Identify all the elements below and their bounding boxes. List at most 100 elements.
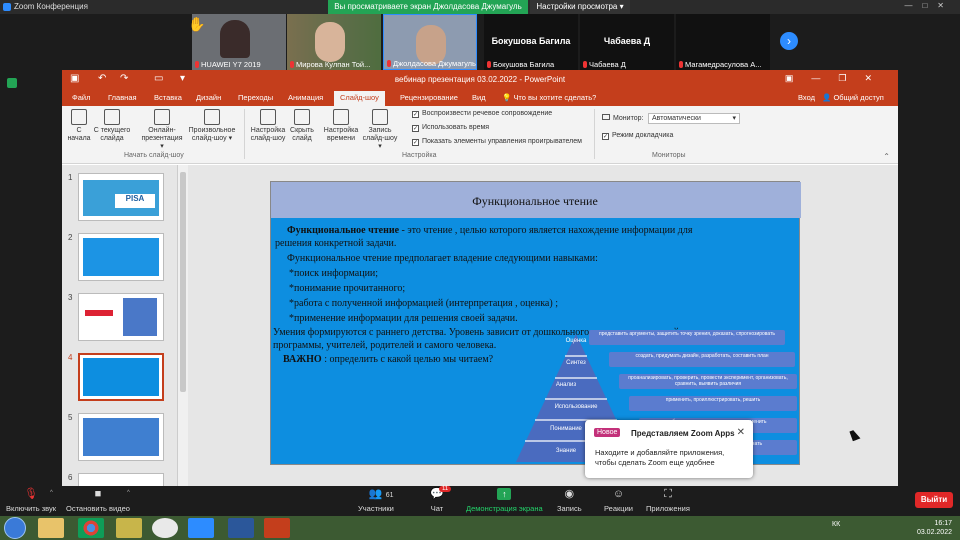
presenter-view-checkbox[interactable]: ✓ Режим докладчика <box>602 132 673 140</box>
smiley-icon: ☺ <box>612 488 625 500</box>
stop-video-button[interactable]: ■ Остановить видео <box>66 488 130 513</box>
audio-options-caret-icon[interactable]: ^ <box>50 490 53 496</box>
record-icon <box>372 109 388 125</box>
participants-button[interactable]: 👥 61 Участники <box>358 488 394 513</box>
slide-title: Функциональное чтение <box>472 194 598 208</box>
file-explorer-icon[interactable] <box>38 518 64 538</box>
participant-tile[interactable]: HUAWEI Y7 2019 <box>192 14 286 70</box>
mic-off-icon <box>487 61 491 68</box>
pyramid-label: применить, проиллюстрировать, решить <box>629 396 797 411</box>
rehearse-icon <box>333 109 349 125</box>
slide-canvas: Функциональное чтение Функциональное чте… <box>188 165 898 486</box>
slide-thumb-4-selected[interactable] <box>78 353 164 401</box>
tab-design[interactable]: Дизайн <box>196 93 221 102</box>
slide-thumb-6[interactable] <box>78 473 164 486</box>
taskbar-app-icon[interactable] <box>152 518 178 538</box>
powerpoint-app-icon[interactable] <box>264 518 290 538</box>
tab-animation[interactable]: Анимация <box>288 93 323 102</box>
popup-title: Представляем Zoom Apps <box>631 429 735 438</box>
custom-show-icon <box>204 109 220 125</box>
word-app-icon[interactable] <box>228 518 254 538</box>
taskbar-app-icon[interactable] <box>116 518 142 538</box>
ppt-titlebar: ▣ ↶ ↷ ▭ ▾ вебинар презентация 03.02.2022… <box>62 70 898 90</box>
participants-icon: 👥 61 <box>368 488 394 500</box>
pyramid-level: Анализ <box>555 382 577 388</box>
slide-thumbnails-pane: 1 PISA 2 3 4 5 6 <box>62 165 178 486</box>
tab-view[interactable]: Вид <box>472 93 486 102</box>
view-settings-button[interactable]: Настройки просмотра ▾ <box>530 0 630 14</box>
slide-text-line: *поиск информации; <box>289 268 379 279</box>
slide-text-line: программы, учителей, родителей и самого … <box>273 340 497 351</box>
security-shield-icon[interactable] <box>7 78 17 88</box>
record-button[interactable]: ◉ Запись <box>557 488 582 513</box>
next-page-arrow-icon[interactable]: › <box>780 32 798 50</box>
tab-slideshow[interactable]: Слайд-шоу <box>334 91 385 106</box>
mic-off-icon <box>679 61 683 68</box>
slide-text-line: Функциональное чтение предполагает владе… <box>287 253 598 264</box>
from-start-button[interactable]: С начала <box>66 109 92 143</box>
thumb-number: 1 <box>68 173 73 182</box>
windows-start-icon[interactable] <box>4 517 26 539</box>
video-camera-icon: ■ <box>94 488 102 500</box>
zoom-apps-popup: Новое Представляем Zoom Apps ✕ Находите … <box>585 420 753 478</box>
ribbon-tabs: Файл Главная Вставка Дизайн Переходы Ани… <box>62 90 898 106</box>
share-button[interactable]: 👤 Общий доступ <box>822 93 884 102</box>
tab-file[interactable]: Файл <box>72 93 90 102</box>
input-language-indicator[interactable]: КК <box>832 521 840 528</box>
thumb-number: 3 <box>68 293 73 302</box>
slide-thumb-5[interactable] <box>78 413 164 461</box>
slide-thumb-3[interactable] <box>78 293 164 341</box>
system-clock[interactable]: 16:17 03.02.2022 <box>917 519 952 537</box>
leave-meeting-button[interactable]: Выйти <box>915 492 953 508</box>
thumbnails-scrollbar-thumb[interactable] <box>180 172 186 392</box>
rehearse-timings-button[interactable]: Настройка времени <box>320 109 362 143</box>
sign-in-link[interactable]: Вход <box>798 93 815 102</box>
slide-text-line: ВАЖНО : определить с какой целью мы чита… <box>283 354 494 365</box>
share-screen-button[interactable]: ↑ Демонстрация экрана <box>466 488 543 513</box>
tab-transitions[interactable]: Переходы <box>238 93 273 102</box>
tab-insert[interactable]: Вставка <box>154 93 182 102</box>
participant-tile-active-speaker[interactable]: Джолдасова Джумагуль <box>383 14 477 70</box>
zoom-window-controls[interactable]: —□✕ <box>904 1 954 10</box>
collapse-ribbon-icon[interactable]: ⌃ <box>883 152 890 161</box>
group-setup-label: Настройка <box>402 152 437 159</box>
tab-home[interactable]: Главная <box>108 93 137 102</box>
apps-button[interactable]: ⛶ Приложения <box>646 488 690 513</box>
pyramid-level: Использование <box>554 404 598 410</box>
online-presentation-button[interactable]: Онлайн-презентация ▾ <box>140 109 184 151</box>
reactions-button[interactable]: ☺ Реакции <box>604 488 633 513</box>
custom-slideshow-button[interactable]: Произвольное слайд-шоу ▾ <box>186 109 238 143</box>
close-icon[interactable]: ✕ <box>737 427 745 438</box>
show-controls-checkbox[interactable]: ✓ Показать элементы управления проигрыват… <box>412 138 582 146</box>
participant-tile[interactable]: Бокушова Багила Бокушова Багила <box>484 14 578 70</box>
participant-tile[interactable]: Чабаева Д Чабаева Д <box>580 14 674 70</box>
from-current-button[interactable]: С текущего слайда <box>92 109 132 143</box>
tell-me-search[interactable]: 💡 Что вы хотите сделать? <box>502 93 596 102</box>
group-start-label: Начать слайд-шоу <box>124 152 184 159</box>
chat-unread-badge: 11 <box>439 486 452 492</box>
tab-review[interactable]: Рецензирование <box>400 93 458 102</box>
chrome-icon[interactable] <box>78 518 104 538</box>
record-slideshow-button[interactable]: Запись слайд-шоу ▾ <box>360 109 400 151</box>
zoom-app-icon[interactable] <box>188 518 214 538</box>
video-options-caret-icon[interactable]: ^ <box>127 490 130 496</box>
unmute-button[interactable]: 🎙 Включить звук <box>6 488 56 513</box>
slide-text-line: *понимание прочитанного; <box>289 283 406 294</box>
slide-thumb-2[interactable] <box>78 233 164 281</box>
share-arrow-icon: ↑ <box>497 488 512 500</box>
slide-thumb-1[interactable]: PISA <box>78 173 164 221</box>
hide-slide-button[interactable]: Скрыть слайд <box>288 109 316 143</box>
monitor-label: Монитор: <box>602 114 643 122</box>
slide-text-line: решения конкретной задачи. <box>275 238 397 249</box>
participant-tile[interactable]: Магамедрасулова А... <box>676 14 770 70</box>
monitor-select[interactable]: Автоматически ▾ <box>648 113 740 124</box>
participant-tile[interactable]: Мирова Кулпан Той... <box>287 14 381 70</box>
zoom-control-bar: 🎙 Включить звук ^ ■ Остановить видео ^ 👥 6… <box>0 486 960 516</box>
ppt-window-controls[interactable]: ▣—❐✕ <box>785 73 890 84</box>
setup-slideshow-button[interactable]: Настройка слайд-шоу <box>248 109 288 143</box>
group-monitors-label: Мониторы <box>652 152 686 159</box>
ribbon-separator <box>244 109 245 159</box>
thumb-number: 5 <box>68 413 73 422</box>
narration-checkbox[interactable]: ✓ Воспроизвести речевое сопровождение <box>412 110 552 118</box>
use-timings-checkbox[interactable]: ✓ Использовать время <box>412 124 489 132</box>
